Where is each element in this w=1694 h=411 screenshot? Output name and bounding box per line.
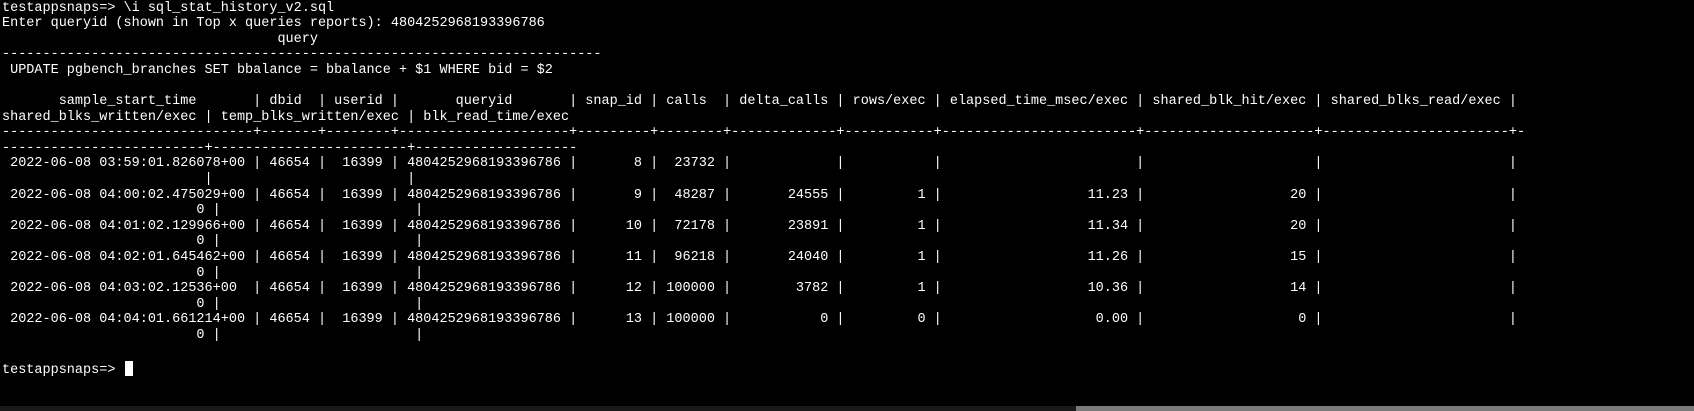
table-row-wrapped: 0 | | (2, 328, 424, 343)
table-row: 2022-06-08 04:03:02.12536+00 | 46654 | 1… (2, 281, 1517, 296)
psql-prompt-line[interactable]: testappsnaps=> (2, 361, 133, 379)
text-cursor (124, 361, 133, 376)
table-row-wrapped: | | (2, 172, 416, 187)
table-separator: -------------------------------+-------+… (2, 125, 1526, 140)
table-row: 2022-06-08 03:59:01.826078+00 | 46654 | … (2, 156, 1517, 171)
query-separator: ----------------------------------------… (2, 47, 602, 62)
table-row-wrapped: 0 | | (2, 203, 424, 218)
query-text-row: UPDATE pgbench_branches SET bbalance = b… (2, 63, 553, 78)
queryid-prompt-line: Enter queryid (shown in Top x queries re… (2, 16, 545, 31)
table-row: 2022-06-08 04:04:01.661214+00 | 46654 | … (2, 312, 1517, 327)
horizontal-scrollbar[interactable] (0, 406, 1694, 411)
horizontal-scrollbar-thumb[interactable] (1076, 406, 1694, 411)
table-row-wrapped: 0 | | (2, 234, 424, 249)
terminal-window[interactable]: testappsnaps=> \i sql_stat_history_v2.sq… (0, 0, 1694, 411)
table-header-row: sample_start_time | dbid | userid | quer… (2, 94, 1517, 109)
psql-prompt: testappsnaps=> (2, 363, 124, 378)
table-row: 2022-06-08 04:02:01.645462+00 | 46654 | … (2, 250, 1517, 265)
